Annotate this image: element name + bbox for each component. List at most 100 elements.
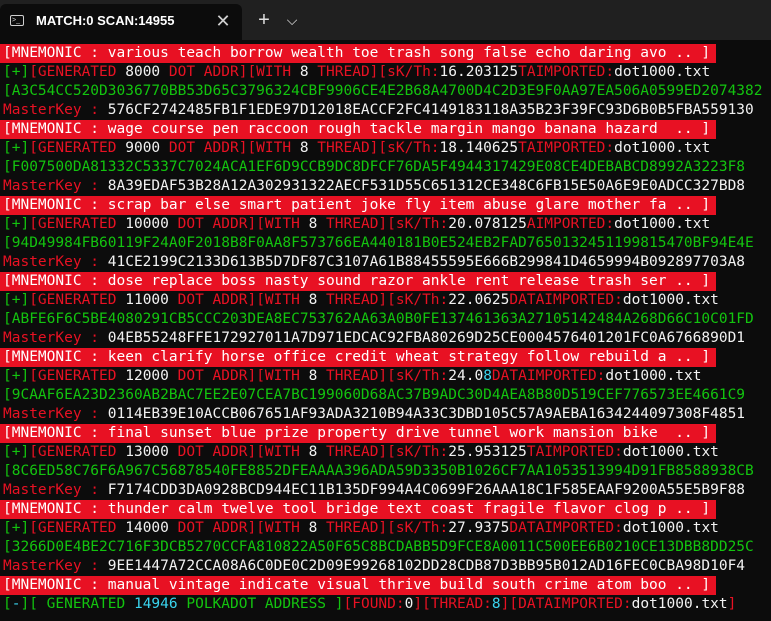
bracket-open: [ [3,520,12,536]
address-bracket: [ [3,159,12,175]
import-label: TAIMPORTED: [518,64,615,80]
address-line: [8C6ED58C76F6A967C56878540FE8852DFEAAAA3… [0,462,771,481]
import-file: dot1000.txt [614,140,711,156]
status-line: [+][GENERATED 10000 DOT ADDR][WITH 8 THR… [0,215,771,234]
mnemonic-line: [MNEMONIC : final sunset blue prize prop… [0,424,716,443]
mnemonic-line: [MNEMONIC : keen clarify horse office cr… [0,348,716,367]
generated-count: 12000 [125,368,169,384]
master-key-line: MasterKey : F7174CDD3DA0928BCD944EC11B13… [0,481,771,500]
master-key-label: MasterKey : [3,102,108,118]
mnemonic-text: [MNEMONIC : wage course pen raccoon roug… [3,121,711,137]
master-key-value: 9EE1447A72CCA08A6C0DE0C2D09E99268102DD28… [107,558,746,574]
thread-count: 8 [308,216,318,232]
mnemonic-line: [MNEMONIC : manual vintage indicate visu… [0,576,716,595]
speed-value: 18.140625 [439,140,519,156]
bracket-close: ] [20,520,30,536]
import-label: DATAIMPORTED: [491,368,606,384]
status-line: [+][GENERATED 12000 DOT ADDR][WITH 8 THR… [0,367,771,386]
thread-label: THREAD][sK/Th: [308,64,440,80]
plus-icon[interactable]: + [250,6,278,34]
generated-count: 8000 [125,64,161,80]
mnemonic-line: [MNEMONIC : various teach borrow wealth … [0,44,716,63]
master-key-label: MasterKey : [3,406,108,422]
address-line: [F007500DA81332C5337C7024ACA1EF6D9CCB9DC… [0,158,771,177]
master-key-line: MasterKey : 9EE1447A72CCA08A6C0DE0C2D09E… [0,557,771,576]
import-file: dot1000.txt [622,444,719,460]
import-file: dot1000.txt [631,596,728,612]
master-key-value: 41CE2199C2133D613B5D7DF87C3107A61B884555… [107,254,746,270]
address-value: F007500DA81332C5337C7024ACA1EF6D9CCB9DC8… [11,159,746,175]
terminal-tab[interactable]: >_ MATCH:0 SCAN:14955 ✕ [0,4,242,40]
address-bracket: [ [3,463,12,479]
terminal-icon: >_ [10,15,24,26]
status-line: [+][GENERATED 13000 DOT ADDR][WITH 8 THR… [0,443,771,462]
address-line: [94D49984FB60119F24A0F2018B8F0AA8F573766… [0,234,771,253]
bracket-open: [ [3,64,12,80]
thread-count: 8 [308,520,318,536]
close-icon[interactable]: ✕ [211,9,235,33]
mnemonic-line: [MNEMONIC : wage course pen raccoon roug… [0,120,716,139]
generated-total: 14946 [133,596,178,612]
master-key-label: MasterKey : [3,482,108,498]
generated-label: [GENERATED [29,444,126,460]
bracket-open: [ [3,596,12,612]
thread-label: THREAD][sK/Th: [317,444,449,460]
master-key-value: F7174CDD3DA0928BCD944EC11B135DF994A4C069… [107,482,746,498]
thread-count: 8 [308,368,318,384]
address-line: [A3C54CC520D3036770BB53D65C3796324CBF990… [0,82,771,101]
generated-label: [GENERATED [29,292,126,308]
speed-value: 20.078125 [448,216,527,232]
thread-label: [THREAD: [422,596,492,612]
thread-count: 8 [299,64,309,80]
mnemonic-text: [MNEMONIC : keen clarify horse office cr… [3,349,711,365]
master-key-line: MasterKey : 41CE2199C2133D613B5D7DF87C31… [0,253,771,272]
address-line: [9CAAF6EA23D2360AB2BAC7EE2E07CEA7BC19906… [0,386,771,405]
bracket-close: ] [20,444,30,460]
address-line: [ABFE6F6C5BE4080291CB5CCC203DEA8EC753762… [0,310,771,329]
master-key-label: MasterKey : [3,178,108,194]
bracket-open: [ [3,292,12,308]
master-key-line: MasterKey : 576CF2742485FB1F1EDE97D12018… [0,101,771,120]
address-value: ABFE6F6C5BE4080291CB5CCC203DEA8EC753762A… [11,311,754,327]
generated-label: [GENERATED [29,368,126,384]
dot-addr-label: DOT ADDR][WITH [160,140,300,156]
master-key-value: 0114EB39E10ACCB067651AF93ADA3210B94A33C3… [107,406,746,422]
master-key-value: 576CF2742485FB1F1EDE97D12018EACCF2FC4149… [107,102,754,118]
tab-title: MATCH:0 SCAN:14955 [36,13,175,28]
bracket-close: ] [413,596,423,612]
bracket-open: [ [3,444,12,460]
address-line: [3266D0E4BE2C716F3DCB5270CCFA810822A50F6… [0,538,771,557]
master-key-label: MasterKey : [3,330,108,346]
import-label: AIMPORTED: [526,216,615,232]
address-bracket: [ [3,235,12,251]
address-value: 9CAAF6EA23D2360AB2BAC7EE2E07CEA7BC199060… [11,387,746,403]
address-type-label: POLKADOT ADDRESS [177,596,335,612]
dot-addr-label: DOT ADDR][WITH [160,64,300,80]
title-bar: >_ MATCH:0 SCAN:14955 ✕ + ⌵ [0,0,771,40]
master-key-label: MasterKey : [3,254,108,270]
speed-value: 27.9375 [448,520,510,536]
status-line: [+][GENERATED 8000 DOT ADDR][WITH 8 THRE… [0,63,771,82]
chevron-down-icon[interactable]: ⌵ [280,6,304,34]
bracket-open: [ [3,216,12,232]
import-label: DATAIMPORTED: [509,520,623,536]
speed-extra: 8 [483,368,492,384]
console-output[interactable]: [MNEMONIC : various teach borrow wealth … [0,40,771,621]
speed-value: 24.0 [448,368,484,384]
thread-label: THREAD][sK/Th: [317,292,449,308]
generated-label: [GENERATED [29,520,126,536]
dot-addr-label: DOT ADDR][WITH [168,520,309,536]
bracket-close: ] [334,596,344,612]
mnemonic-text: [MNEMONIC : scrap bar else smart patient… [3,197,711,213]
thread-label: THREAD][sK/Th: [308,140,440,156]
bracket-close: ][ [20,596,38,612]
bracket-open: [ [3,140,12,156]
import-label: DATAIMPORTED: [509,292,623,308]
address-bracket: [ [3,539,12,555]
mnemonic-line: [MNEMONIC : scrap bar else smart patient… [0,196,716,215]
import-file: dot1000.txt [605,368,702,384]
dot-addr-label: DOT ADDR][WITH [168,292,309,308]
import-file: dot1000.txt [614,64,711,80]
bracket-close: ] [727,596,737,612]
thread-label: THREAD][sK/Th: [317,520,449,536]
